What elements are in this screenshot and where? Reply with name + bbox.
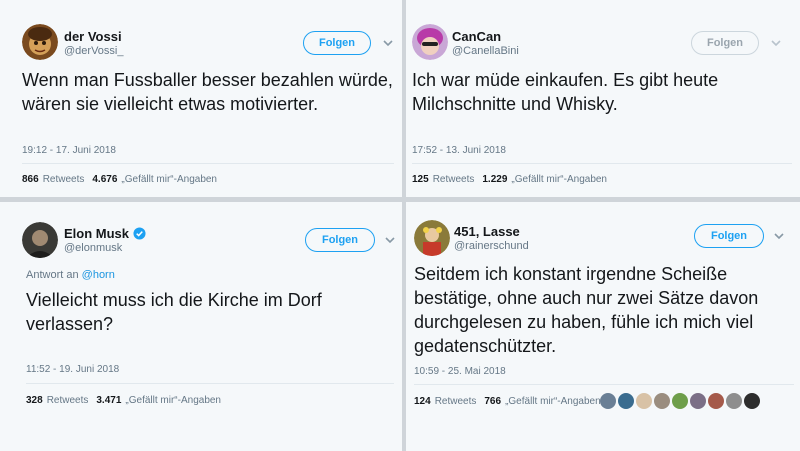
tweet-text-line: Ich war müde einkaufen. Es gibt heute	[412, 70, 719, 90]
chevron-down-icon[interactable]	[772, 229, 786, 243]
tweet-text-line: durchgelesen zu haben, fühle ich mich vi…	[414, 312, 754, 332]
likes-label[interactable]: „Gefällt mir“-Angaben	[121, 174, 217, 185]
display-name-text: der Vossi	[64, 29, 122, 44]
likes-label[interactable]: „Gefällt mir“-Angaben	[125, 395, 221, 406]
separator	[26, 383, 394, 384]
tweet-text-line: bestätige, ohne auch nur zwei Sätze davo…	[414, 288, 759, 308]
tweet-text-line: Vielleicht muss ich die Kirche im Dorf	[26, 290, 322, 310]
follow-button[interactable]: Folgen	[694, 224, 764, 248]
tweet-text: Wenn man Fussballer besser bezahlen würd…	[22, 68, 394, 116]
retweets-count[interactable]: 866	[22, 174, 39, 185]
tweet-card-elonmusk: Elon Musk @elonmusk Folgen Antwort an @h…	[0, 202, 402, 451]
tweet-text: Seitdem ich konstant irgendne Scheiße be…	[414, 262, 794, 358]
user-handle[interactable]: @elonmusk	[64, 242, 122, 254]
chevron-down-icon[interactable]	[383, 233, 397, 247]
user-handle[interactable]: @rainerschund	[454, 240, 529, 252]
retweets-count[interactable]: 124	[414, 396, 431, 407]
tweet-text: Ich war müde einkaufen. Es gibt heute Mi…	[412, 68, 792, 116]
timestamp[interactable]: 11:52 - 19. Juni 2018	[26, 364, 119, 375]
follow-button[interactable]: Folgen	[691, 31, 759, 55]
avatar[interactable]	[22, 24, 58, 60]
display-name[interactable]: der Vossi	[64, 29, 122, 44]
timestamp[interactable]: 19:12 - 17. Juni 2018	[22, 145, 116, 156]
reply-to-link[interactable]: @horn	[82, 269, 115, 281]
timestamp[interactable]: 17:52 - 13. Juni 2018	[412, 145, 506, 156]
tweet-text: Vielleicht muss ich die Kirche im Dorf v…	[26, 288, 394, 336]
liker-avatar[interactable]	[636, 393, 652, 409]
engagement-stats: 328 Retweets 3.471 „Gefällt mir“-Angaben	[26, 395, 221, 406]
avatar[interactable]	[414, 220, 450, 256]
engagement-stats: 866 Retweets 4.676 „Gefällt mir“-Angaben	[22, 174, 217, 185]
liker-avatar[interactable]	[744, 393, 760, 409]
liker-avatar[interactable]	[618, 393, 634, 409]
tweet-card-cancan: CanCan @CanellaBini Folgen Ich war müde …	[406, 0, 800, 197]
display-name[interactable]: 451, Lasse	[454, 224, 520, 239]
tweet-text-line: gedatenschützter.	[414, 336, 557, 356]
likes-count[interactable]: 4.676	[92, 174, 117, 185]
liker-avatars	[600, 393, 760, 409]
tweet-text-line: Seitdem ich konstant irgendne Scheiße	[414, 264, 728, 284]
user-handle[interactable]: @derVossi_	[64, 45, 123, 57]
display-name[interactable]: Elon Musk	[64, 226, 146, 241]
engagement-stats: 125 Retweets 1.229 „Gefällt mir“-Angaben	[412, 174, 607, 185]
retweets-count[interactable]: 328	[26, 395, 43, 406]
tweet-text-line: verlassen?	[26, 314, 114, 334]
likes-count[interactable]: 3.471	[96, 395, 121, 406]
follow-button[interactable]: Folgen	[303, 31, 371, 55]
avatar[interactable]	[22, 222, 58, 258]
tweet-card-dervossi: der Vossi @derVossi_ Folgen Wenn man Fus…	[0, 0, 402, 197]
liker-avatar[interactable]	[690, 393, 706, 409]
likes-label[interactable]: „Gefällt mir“-Angaben	[511, 174, 607, 185]
liker-avatar[interactable]	[600, 393, 616, 409]
follow-button[interactable]: Folgen	[305, 228, 375, 252]
retweets-label[interactable]: Retweets	[433, 174, 475, 185]
separator	[412, 163, 792, 164]
display-name-text: CanCan	[452, 29, 502, 44]
retweets-label[interactable]: Retweets	[435, 396, 477, 407]
verified-badge-icon	[133, 227, 146, 240]
retweets-label[interactable]: Retweets	[43, 174, 85, 185]
liker-avatar[interactable]	[672, 393, 688, 409]
tweet-text-line: wären sie vielleicht etwas motivierter.	[22, 94, 319, 114]
timestamp[interactable]: 10:59 - 25. Mai 2018	[414, 366, 506, 377]
display-name[interactable]: CanCan	[452, 29, 501, 44]
engagement-stats: 124 Retweets 766 „Gefällt mir“-Angaben	[414, 396, 601, 407]
liker-avatar[interactable]	[708, 393, 724, 409]
display-name-text: 451, Lasse	[454, 224, 520, 239]
retweets-count[interactable]: 125	[412, 174, 429, 185]
likes-label[interactable]: „Gefällt mir“-Angaben	[505, 396, 601, 407]
reply-to-line: Antwort an @horn	[26, 269, 115, 281]
avatar[interactable]	[412, 24, 448, 60]
separator	[22, 163, 394, 164]
reply-prefix: Antwort an	[26, 269, 79, 281]
retweets-label[interactable]: Retweets	[47, 395, 89, 406]
chevron-down-icon[interactable]	[769, 36, 783, 50]
display-name-text: Elon Musk	[64, 226, 130, 241]
liker-avatar[interactable]	[654, 393, 670, 409]
user-handle[interactable]: @CanellaBini	[452, 45, 519, 57]
tweet-text-line: Wenn man Fussballer besser bezahlen würd…	[22, 70, 393, 90]
likes-count[interactable]: 1.229	[482, 174, 507, 185]
likes-count[interactable]: 766	[484, 396, 501, 407]
tweet-card-lasse: 451, Lasse @rainerschund Folgen Seitdem …	[406, 202, 800, 451]
separator	[414, 384, 794, 385]
tweet-text-line: Milchschnitte und Whisky.	[412, 94, 618, 114]
liker-avatar[interactable]	[726, 393, 742, 409]
chevron-down-icon[interactable]	[381, 36, 395, 50]
